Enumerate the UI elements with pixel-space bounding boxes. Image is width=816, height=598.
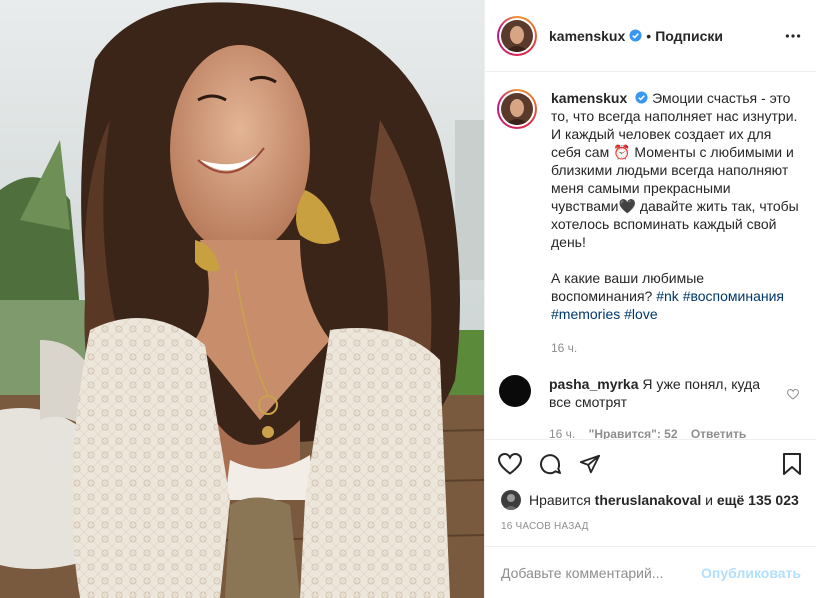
separator-dot: • — [646, 27, 652, 44]
comment-input[interactable] — [501, 564, 702, 581]
bookmark-icon[interactable] — [779, 451, 805, 477]
caption-age[interactable]: 16 ч. — [551, 339, 799, 357]
paper-plane-icon[interactable] — [577, 451, 603, 477]
comment-like-icon[interactable] — [786, 387, 800, 400]
caption-text: Эмоции счастья - это то, что всегда напо… — [551, 90, 799, 250]
author-username[interactable]: kamenskux — [549, 28, 625, 44]
post-header: kamenskux • Подписки — [485, 0, 816, 72]
following-button[interactable]: Подписки — [655, 28, 723, 44]
more-horizontal-icon[interactable] — [783, 26, 803, 46]
hashtag[interactable]: #love — [624, 306, 657, 322]
likes-connector: и — [705, 492, 713, 508]
post-timestamp[interactable]: 16 ЧАСОВ НАЗАД — [501, 521, 589, 532]
caption: kamenskux Эмоции счастья - это то, что в… — [497, 89, 801, 357]
likes-count-link[interactable]: ещё 135 023 — [717, 492, 799, 508]
publish-button[interactable]: Опубликовать — [701, 565, 801, 581]
comments-section[interactable]: kamenskux Эмоции счастья - это то, что в… — [485, 73, 816, 439]
verified-badge-icon — [629, 29, 642, 42]
comment-likes[interactable]: "Нравится": 52 — [589, 427, 678, 439]
post-side-panel: kamenskux • Подписки kamenskux Эмоции сч… — [484, 0, 816, 598]
heart-icon[interactable] — [497, 451, 523, 477]
caption-text-2: А какие ваши любимые воспоминания? — [551, 270, 705, 304]
comment-icon[interactable] — [537, 451, 563, 477]
liker-username[interactable]: theruslanakoval — [595, 492, 702, 508]
reply-button[interactable]: Ответить — [691, 427, 746, 439]
comment-item: pasha_myrka Я уже понял, куда все смотря… — [497, 375, 801, 439]
post-photo[interactable] — [0, 0, 484, 598]
caption-username[interactable]: kamenskux — [551, 90, 627, 106]
commenter-avatar[interactable] — [499, 375, 531, 407]
hashtag[interactable]: #nk — [656, 288, 679, 304]
commenter-username[interactable]: pasha_myrka — [549, 376, 639, 392]
hashtag[interactable]: #memories — [551, 306, 620, 322]
add-comment-bar: Опубликовать — [485, 546, 816, 598]
comment-age[interactable]: 16 ч. — [549, 427, 575, 439]
caption-avatar[interactable] — [497, 89, 537, 129]
verified-badge-icon — [635, 90, 648, 104]
likes-summary: Нравится theruslanakoval и ещё 135 023 — [501, 490, 799, 510]
hashtag[interactable]: #воспоминания — [683, 288, 784, 304]
action-bar — [485, 439, 816, 487]
likes-prefix: Нравится — [529, 492, 591, 508]
liker-avatar[interactable] — [501, 490, 521, 510]
author-avatar[interactable] — [497, 15, 537, 56]
